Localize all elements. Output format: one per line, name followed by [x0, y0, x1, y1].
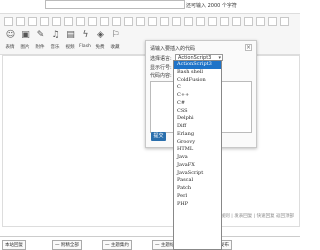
dropdown-option[interactable]: Perl	[174, 193, 221, 201]
dropdown-option[interactable]: PHP	[174, 201, 221, 209]
toolbar-label: 图片	[20, 45, 30, 50]
dropdown-option[interactable]: C++	[174, 92, 221, 100]
fullscreen-icon[interactable]	[268, 17, 277, 26]
free-icon[interactable]: ◈	[94, 30, 107, 41]
toolbar-label: 免费	[95, 45, 105, 50]
undo-icon[interactable]	[244, 17, 253, 26]
bg-color-icon[interactable]	[64, 17, 73, 26]
dropdown-option[interactable]: Patch	[174, 185, 221, 193]
bold-icon[interactable]	[4, 17, 13, 26]
align-right-icon[interactable]	[124, 17, 133, 26]
toolbar-label: 视频	[65, 45, 75, 50]
toolbar-label: 附件	[35, 45, 45, 50]
dropdown-option[interactable]: Java	[174, 154, 221, 162]
dropdown-option[interactable]: ActionScript3	[174, 61, 221, 69]
strike-icon[interactable]	[40, 17, 49, 26]
attachment-icon[interactable]: ✎	[34, 30, 47, 41]
dropdown-option[interactable]: Delphi	[174, 115, 221, 123]
toolbar-label: Flash	[79, 44, 91, 49]
align-left-icon[interactable]	[100, 17, 109, 26]
dropdown-option[interactable]: C	[174, 84, 221, 92]
dropdown-option[interactable]: ColdFusion	[174, 77, 221, 85]
char-counter: 还可输入 2000 个字符	[186, 3, 237, 9]
bottom-option-bar: 本站回复一 附精全部一 主题集约一 主题标贴一 定时发布	[0, 236, 300, 250]
font-color-icon[interactable]	[52, 17, 61, 26]
dropdown-option[interactable]: C#	[174, 100, 221, 108]
toolbar-label: 收藏	[110, 45, 120, 50]
dropdown-option[interactable]: Pascal	[174, 177, 221, 185]
submit-button[interactable]: 提交	[151, 132, 166, 141]
dropdown-option[interactable]: Erlang	[174, 131, 221, 139]
redo-icon[interactable]	[256, 17, 265, 26]
bottom-option[interactable]: 一 主题集约	[102, 240, 132, 250]
indent-icon[interactable]	[208, 17, 217, 26]
close-icon[interactable]: ×	[245, 44, 252, 51]
list-unordered-icon[interactable]	[148, 17, 157, 26]
code-content-label: 代码内容:	[150, 73, 172, 79]
dropdown-option[interactable]: Bash shell	[174, 69, 221, 77]
language-dropdown-list: ActionScript3 Bash shell ColdFusion C C++ C# C…	[173, 60, 222, 250]
font-size-icon[interactable]	[88, 17, 97, 26]
dropdown-option[interactable]: JavaFX	[174, 162, 221, 170]
dialog-title: 请输入要插入的代码	[150, 46, 196, 52]
smile-icon[interactable]: ☺	[4, 30, 17, 41]
list-ordered-icon[interactable]	[136, 17, 145, 26]
toolbar-label: 音乐	[50, 45, 60, 50]
align-center-icon[interactable]	[112, 17, 121, 26]
image-icon[interactable]: ▣	[19, 30, 32, 41]
dropdown-option[interactable]: JavaScript	[174, 170, 221, 178]
unlink-icon[interactable]	[172, 17, 181, 26]
language-label: 选择语言:	[150, 56, 172, 62]
quote-icon[interactable]	[220, 17, 229, 26]
dropdown-option[interactable]: CSS	[174, 108, 221, 116]
music-icon[interactable]: ♫	[49, 30, 62, 41]
bookmark-icon[interactable]: ⚐	[109, 30, 122, 41]
video-icon[interactable]: ▤	[64, 30, 77, 41]
font-family-icon[interactable]	[76, 17, 85, 26]
italic-icon[interactable]	[16, 17, 25, 26]
code-icon[interactable]	[232, 17, 241, 26]
dropdown-option[interactable]: HTML	[174, 146, 221, 154]
toolbar-label: 表情	[5, 45, 15, 50]
link-icon[interactable]	[160, 17, 169, 26]
editor-page: 还可输入 2000 个字符 ☺ 表情 ▣ 图片 ✎ 附件 ♫ 音乐 ▤ 视频 ϟ Flash ◈ 免费 ⚐ 收…	[0, 0, 300, 250]
flash-icon[interactable]: ϟ	[79, 30, 92, 41]
help-icon[interactable]	[280, 17, 289, 26]
hr-icon[interactable]	[196, 17, 205, 26]
title-input[interactable]	[45, 0, 185, 9]
bottom-option[interactable]: 一 附精全部	[52, 240, 82, 250]
line-number-label: 显示行号:	[150, 65, 172, 71]
bottom-option[interactable]: 本站回复	[2, 240, 26, 250]
table-icon[interactable]	[184, 17, 193, 26]
dropdown-option[interactable]: Diff	[174, 123, 221, 131]
underline-icon[interactable]	[28, 17, 37, 26]
dropdown-option[interactable]: Groovy	[174, 139, 221, 147]
